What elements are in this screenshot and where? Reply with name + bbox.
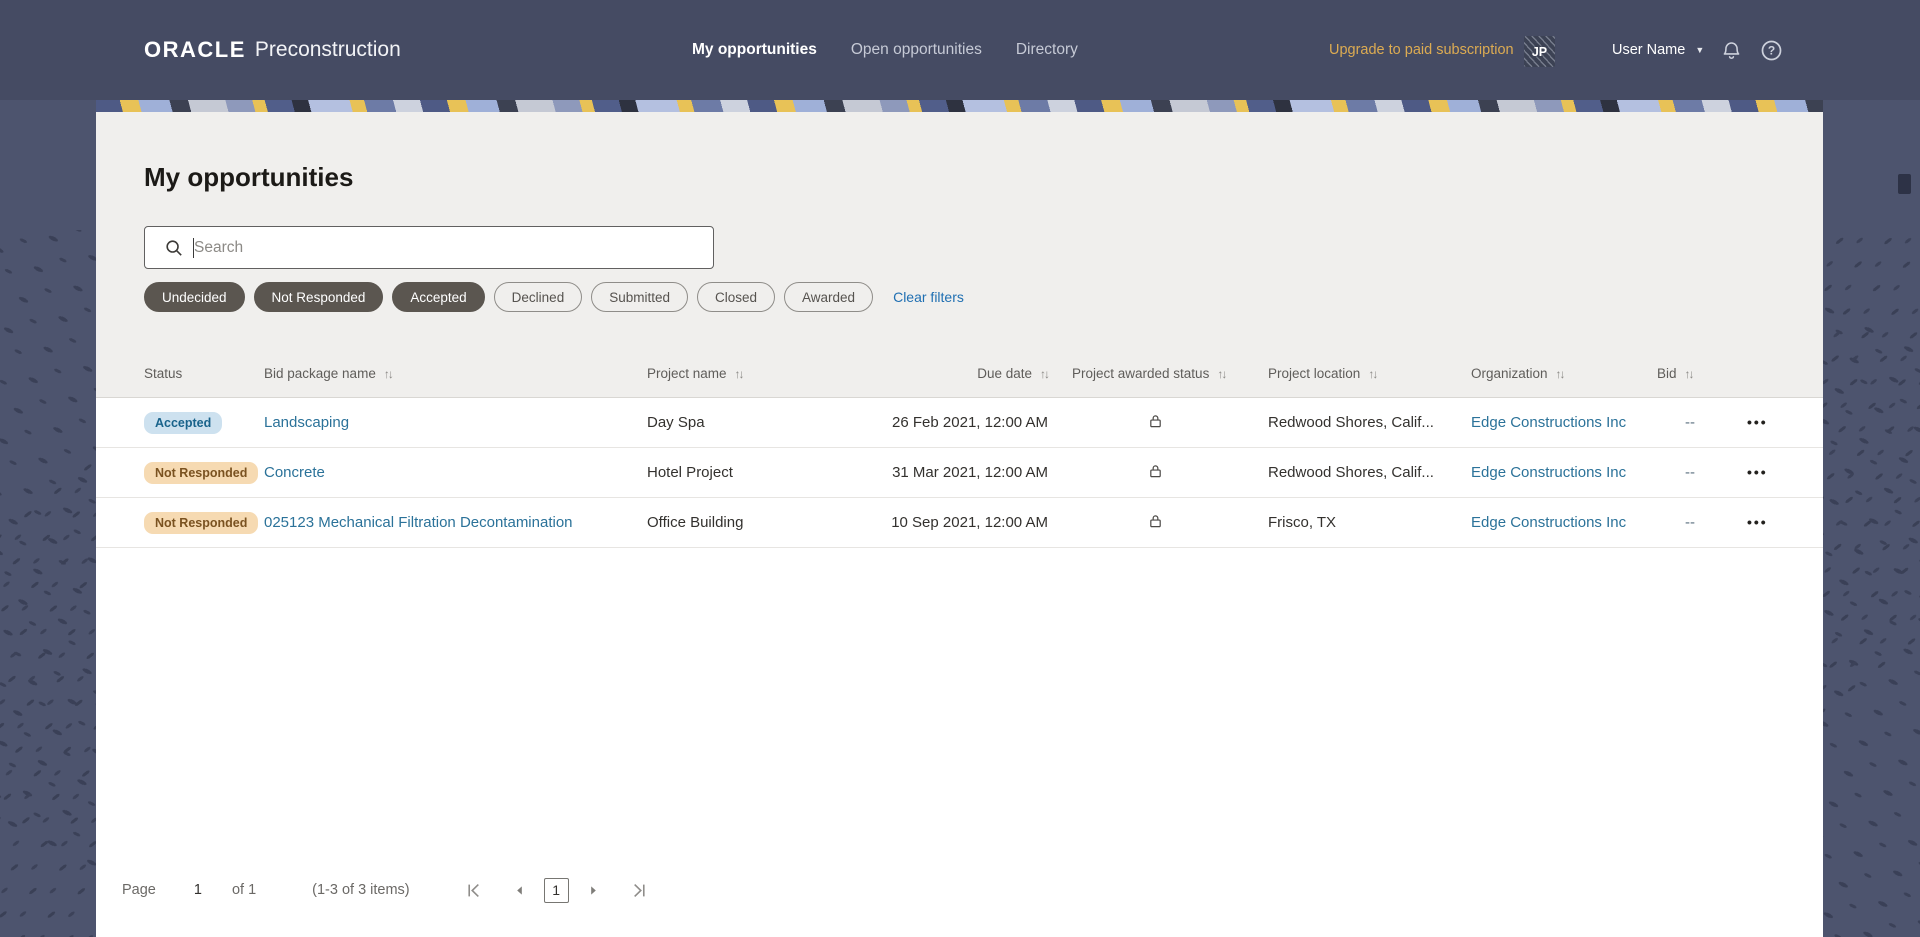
brand: ORACLE Preconstruction — [144, 0, 401, 100]
table-row: Not Responded 025123 Mechanical Filtrati… — [96, 498, 1823, 548]
oracle-logo: ORACLE — [144, 37, 246, 62]
avatar-initials: JP — [1531, 44, 1548, 59]
app-header: ORACLE Preconstruction My opportunities … — [0, 0, 1920, 100]
project-name-cell: Hotel Project — [647, 464, 733, 481]
organization-link[interactable]: Edge Constructions Inc — [1471, 514, 1626, 531]
next-page-icon[interactable] — [587, 884, 600, 897]
chevron-down-icon: ▼ — [1695, 45, 1705, 55]
filter-pills: Undecided Not Responded Accepted Decline… — [144, 282, 1823, 312]
previous-page-icon[interactable] — [513, 884, 526, 897]
lock-icon — [1148, 464, 1163, 483]
bid-cell: -- — [1685, 414, 1695, 431]
project-name-cell: Office Building — [647, 514, 744, 531]
help-icon[interactable]: ? — [1760, 0, 1783, 100]
organization-link[interactable]: Edge Constructions Inc — [1471, 464, 1626, 481]
row-actions-ellipsis-icon[interactable]: ••• — [1747, 514, 1768, 530]
sort-icon: ↑↓ — [734, 366, 745, 381]
status-badge: Not Responded — [144, 511, 259, 534]
bid-cell: -- — [1685, 514, 1695, 531]
search-box — [144, 226, 714, 269]
status-badge: Not Responded — [144, 461, 259, 484]
first-page-icon[interactable] — [466, 883, 481, 898]
row-actions-ellipsis-icon[interactable]: ••• — [1747, 464, 1768, 480]
table-row: Not Responded Concrete Hotel Project 31 … — [96, 448, 1823, 498]
search-icon — [165, 239, 183, 257]
table-row: Accepted Landscaping Day Spa 26 Feb 2021… — [96, 398, 1823, 448]
organization-link[interactable]: Edge Constructions Inc — [1471, 414, 1626, 431]
search-input[interactable] — [194, 238, 701, 257]
filter-pill-submitted[interactable]: Submitted — [591, 282, 688, 312]
filter-pill-not-responded[interactable]: Not Responded — [253, 282, 384, 312]
due-date-cell: 31 Mar 2021, 12:00 AM — [892, 464, 1048, 481]
due-date-cell: 10 Sep 2021, 12:00 AM — [891, 514, 1048, 531]
sort-icon: ↑↓ — [1368, 366, 1378, 381]
items-range-label: (1-3 of 3 items) — [312, 882, 410, 898]
page-number-box[interactable]: 1 — [543, 877, 569, 903]
col-header-project-awarded-status[interactable]: Project awarded status ↑↓ — [1072, 366, 1268, 381]
status-badge: Accepted — [144, 411, 223, 434]
filter-pill-closed[interactable]: Closed — [697, 282, 776, 312]
col-header-bid-package-name[interactable]: Bid package name ↑↓ — [264, 366, 647, 381]
col-header-project-location[interactable]: Project location ↑↓ — [1268, 366, 1471, 381]
lock-icon — [1148, 514, 1163, 533]
page-label: Page — [122, 882, 156, 898]
table-header-row: Status Bid package name ↑↓ Project name … — [96, 350, 1823, 398]
bid-package-link[interactable]: 025123 Mechanical Filtration Decontamina… — [264, 514, 573, 531]
col-header-bid[interactable]: Bid ↑↓ — [1657, 366, 1733, 381]
user-menu-label: User Name — [1612, 42, 1686, 58]
project-location-cell: Redwood Shores, Calif... — [1268, 414, 1434, 431]
col-header-status: Status — [144, 366, 183, 381]
product-name: Preconstruction — [254, 38, 401, 61]
bid-cell: -- — [1685, 464, 1695, 481]
decorative-banner — [96, 100, 1823, 112]
due-date-cell: 26 Feb 2021, 12:00 AM — [892, 414, 1048, 431]
svg-text:?: ? — [1768, 43, 1775, 57]
col-header-project-name[interactable]: Project name ↑↓ — [647, 366, 856, 381]
sort-icon: ↑↓ — [1684, 366, 1695, 381]
user-menu[interactable]: User Name ▼ — [1612, 0, 1704, 100]
nav-my-opportunities[interactable]: My opportunities — [692, 41, 817, 59]
page-title: My opportunities — [144, 162, 354, 192]
filter-pill-awarded[interactable]: Awarded — [784, 282, 874, 312]
of-total-label: of 1 — [231, 882, 257, 898]
sort-icon: ↑↓ — [383, 366, 394, 381]
nav-open-opportunities[interactable]: Open opportunities — [851, 41, 982, 59]
filter-pill-declined[interactable]: Declined — [493, 282, 583, 312]
upgrade-subscription-link[interactable]: Upgrade to paid subscription — [1329, 0, 1514, 100]
content-panel: My opportunities Undecided Not Responded… — [96, 100, 1823, 937]
main-nav: My opportunities Open opportunities Dire… — [692, 0, 1078, 100]
app-screen: ORACLE Preconstruction My opportunities … — [0, 0, 1920, 937]
col-header-due-date[interactable]: Due date ↑↓ — [856, 366, 1072, 381]
bid-package-link[interactable]: Concrete — [264, 464, 325, 481]
bid-package-link[interactable]: Landscaping — [264, 414, 349, 431]
sort-icon: ↑↓ — [1040, 366, 1050, 381]
avatar[interactable]: JP — [1524, 36, 1555, 67]
clear-filters-link[interactable]: Clear filters — [893, 289, 964, 305]
sort-icon: ↑↓ — [1555, 366, 1566, 381]
scrollbar-thumb[interactable] — [1898, 174, 1911, 194]
last-page-icon[interactable] — [632, 883, 647, 898]
nav-directory[interactable]: Directory — [1016, 41, 1078, 59]
current-page-number: 1 — [193, 882, 202, 898]
row-actions-ellipsis-icon[interactable]: ••• — [1747, 414, 1768, 430]
col-header-organization[interactable]: Organization ↑↓ — [1471, 366, 1657, 381]
pagination-bar: Page 1 of 1 (1-3 of 3 items) 1 — [96, 872, 1823, 908]
sort-icon: ↑↓ — [1217, 366, 1227, 381]
project-location-cell: Redwood Shores, Calif... — [1268, 464, 1434, 481]
filter-pill-undecided[interactable]: Undecided — [144, 282, 245, 312]
filter-pill-accepted[interactable]: Accepted — [392, 282, 485, 312]
project-name-cell: Day Spa — [647, 414, 705, 431]
notifications-bell-icon[interactable] — [1720, 0, 1743, 100]
page-header-section: My opportunities Undecided Not Responded… — [96, 112, 1823, 398]
lock-icon — [1148, 414, 1163, 433]
project-location-cell: Frisco, TX — [1268, 514, 1337, 531]
